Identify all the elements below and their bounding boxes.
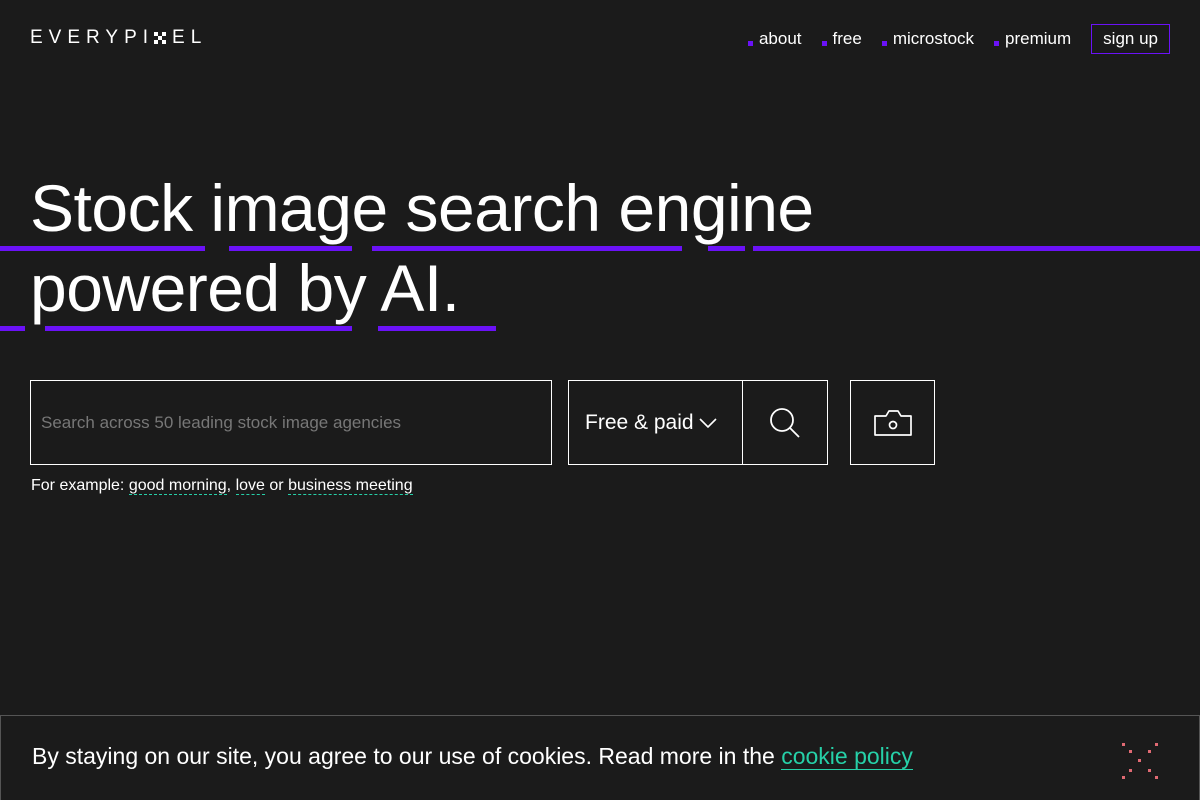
nav-item-label: free [832,29,862,48]
nav-item-label: premium [1005,29,1072,48]
logo[interactable]: EVERYPI EL [30,27,207,49]
license-filter-dropdown[interactable]: Free & paid [569,381,743,464]
examples-prefix: For example: [31,477,125,494]
magnifier-icon [770,407,800,438]
logo-x-icon [154,32,167,44]
page: EVERYPI EL about free microstock premium… [0,0,1200,800]
camera-icon [873,409,912,436]
search-button[interactable] [743,381,827,464]
hero-title-line-2: powered by AI. [30,251,460,325]
search-examples: For example: good morning, love or busin… [31,477,413,495]
hero-title-line-1: Stock image search engine [30,171,814,245]
hero-title: Stock image search engine powered by AI. [30,168,814,328]
nav-item-label: microstock [892,29,975,48]
nav-item-microstock[interactable]: microstock [881,24,975,54]
nav-item-free[interactable]: free [821,24,862,54]
search-input[interactable] [31,381,551,464]
nav-item-label: about [758,29,802,48]
cookie-message-text: By staying on our site, you agree to our… [32,743,775,769]
cookie-policy-link[interactable]: cookie policy [781,743,913,770]
nav-bullet-icon [881,41,887,46]
nav-bullet-icon [994,41,1000,46]
sign-up-button[interactable]: sign up [1091,24,1170,54]
nav-bullet-icon [747,41,753,46]
search-box [30,380,552,465]
cookie-banner: By staying on our site, you agree to our… [0,715,1200,800]
examples-separator: , [226,477,232,494]
cookie-message: By staying on our site, you agree to our… [32,743,913,770]
top-nav: about free microstock premium sign up [747,24,1170,54]
logo-text-left: EVERYPI [30,27,155,48]
license-filter-value: Free & paid [585,410,694,434]
example-link-business-meeting[interactable]: business meeting [288,477,413,495]
nav-bullet-icon [821,41,827,46]
logo-text-right: EL [172,27,208,48]
examples-separator: or [269,477,284,494]
close-icon[interactable] [1121,742,1159,780]
image-search-button[interactable] [850,380,935,465]
nav-item-about[interactable]: about [747,24,802,54]
chevron-down-icon [698,417,717,428]
example-link-good-morning[interactable]: good morning [128,477,227,495]
nav-item-premium[interactable]: premium [994,24,1071,54]
search-controls: Free & paid [568,380,828,465]
example-link-love[interactable]: love [235,477,265,495]
